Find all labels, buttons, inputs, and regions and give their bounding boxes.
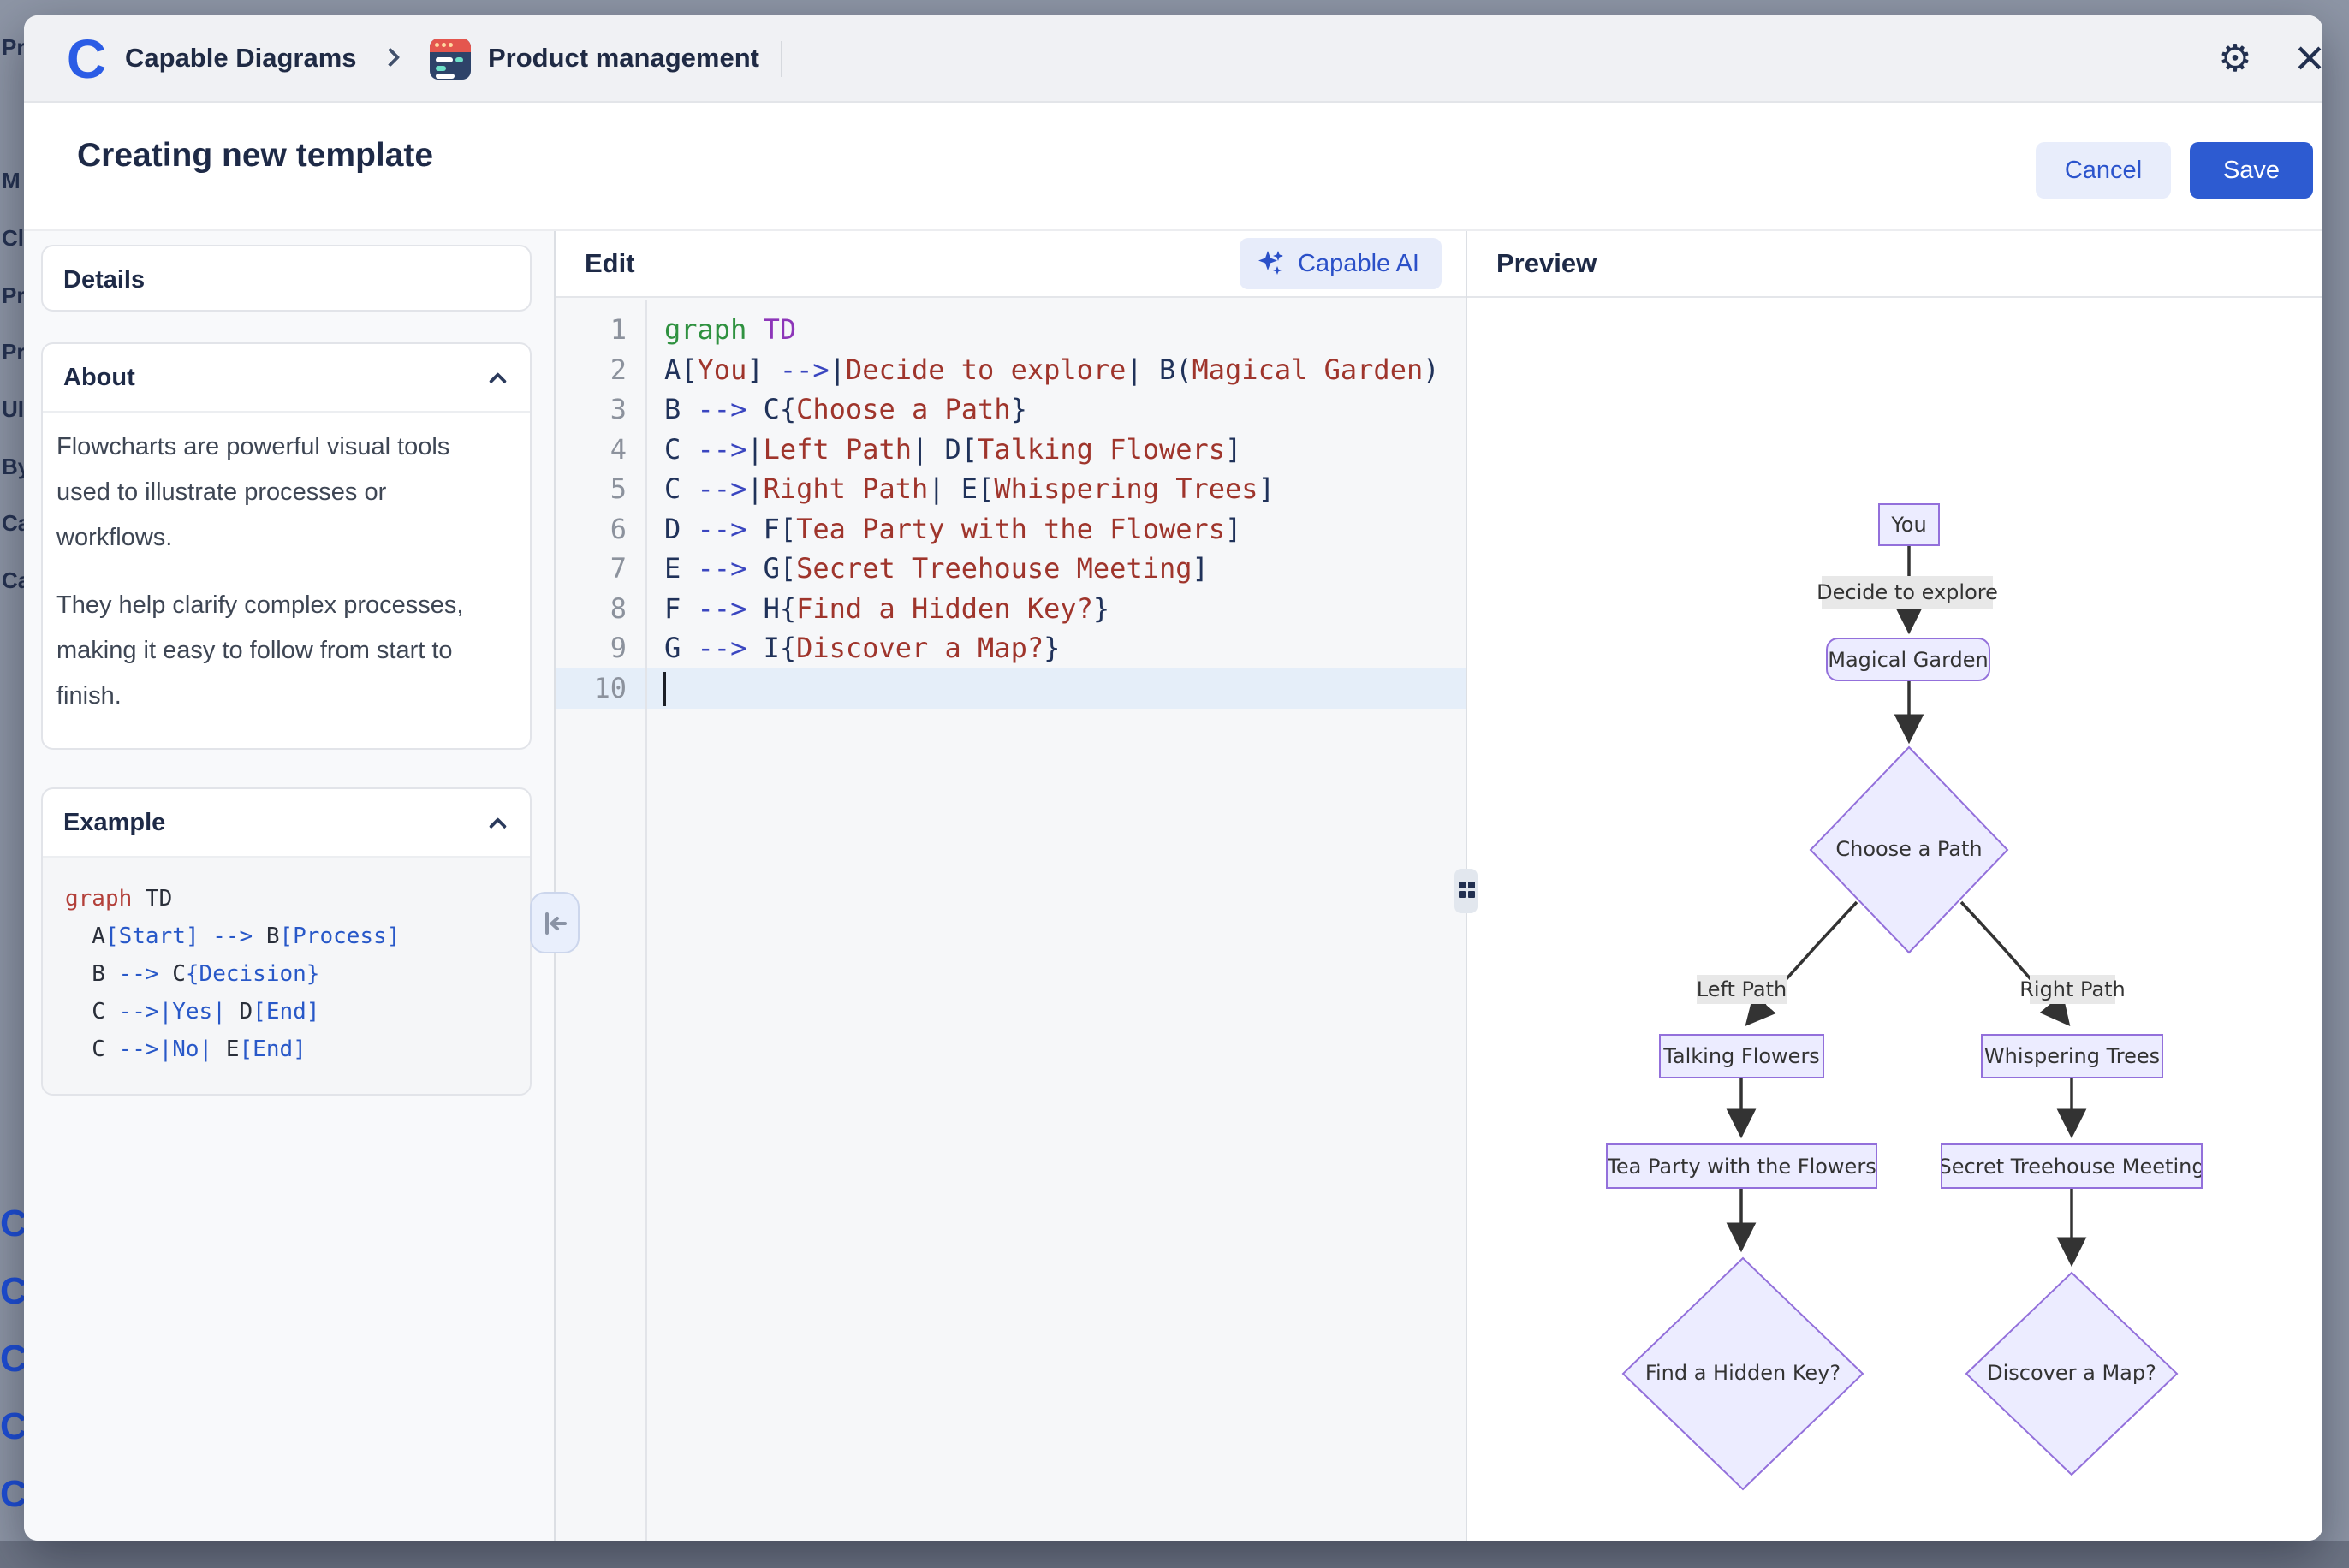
modal-content: Details About Flowcharts are powerful vi… (24, 231, 2322, 1541)
background-bottom-bar (0, 1541, 2349, 1568)
background-logo-icon: C (0, 1408, 24, 1446)
code-line[interactable]: A[You] -->|Decide to explore| B(Magical … (664, 350, 1439, 390)
text-cursor (663, 672, 666, 706)
collapse-left-icon (543, 911, 568, 936)
cancel-button[interactable]: Cancel (2036, 142, 2171, 199)
example-code-line: A[Start] --> B[Process] (65, 918, 530, 955)
page-title: Creating new template (77, 137, 433, 175)
background-text-fragment: Pr (2, 339, 24, 365)
sparkles-icon (1257, 249, 1286, 278)
flow-node-label: Choose a Path (1811, 837, 2007, 861)
about-paragraph: Flowcharts are powerful visual tools use… (56, 425, 508, 561)
background-text-fragment: Ca (2, 510, 24, 537)
chevron-up-icon[interactable] (489, 817, 507, 835)
background-text-fragment: Ca (2, 567, 24, 594)
edit-pane-title: Edit (585, 231, 635, 296)
background-logo-icon: C (0, 1273, 24, 1310)
line-number: 5 (610, 469, 627, 509)
code-line[interactable]: D --> F[Tea Party with the Flowers] (664, 509, 1241, 549)
about-card: About Flowcharts are powerful visual too… (41, 342, 532, 750)
background-text-fragment: Pr (2, 282, 24, 309)
background-text-fragment: M (2, 168, 24, 194)
flow-node: Talking Flowers (1659, 1034, 1824, 1078)
capable-ai-button[interactable]: Capable AI (1240, 238, 1442, 289)
flowchart-edges (1467, 298, 2322, 1541)
example-code-line: C -->|No| E[End] (65, 1030, 530, 1068)
chevron-up-icon[interactable] (489, 372, 507, 390)
about-card-body: Flowcharts are powerful visual tools use… (43, 411, 530, 748)
details-card-title: Details (43, 246, 530, 313)
background-text-fragment: UI (2, 396, 24, 423)
preview-pane: Preview (1467, 231, 2322, 1541)
flow-edge-label: Decide to explore (1822, 576, 1993, 609)
about-card-title[interactable]: About (43, 344, 530, 411)
breadcrumb-chevron-icon (381, 48, 401, 68)
details-card[interactable]: Details (41, 245, 532, 312)
code-line[interactable]: B --> C{Choose a Path} (664, 389, 1027, 430)
drag-dots-icon (1459, 882, 1473, 900)
flow-edge-label: Right Path (2030, 975, 2115, 1004)
flowchart-preview: You Magical Garden Choose a Path Talking Fl… (1467, 298, 2322, 1541)
line-number: 6 (610, 509, 627, 549)
line-number: 8 (610, 589, 627, 629)
background-text-fragment: Cl (2, 225, 24, 252)
line-number: 7 (610, 549, 627, 589)
close-icon[interactable]: × (2284, 27, 2322, 89)
example-code-line: C -->|Yes| D[End] (65, 993, 530, 1030)
modal-header: Creating new template Cancel Save (24, 103, 2322, 231)
background-logo-icon: C (0, 1340, 24, 1378)
line-number: 3 (610, 389, 627, 430)
edit-pane: Edit Capable AI 12345678910 graph TDA[Yo… (556, 231, 1466, 1541)
flow-node: Magical Garden (1826, 638, 1990, 681)
code-editor[interactable]: 12345678910 graph TDA[You] -->|Decide to… (556, 300, 1466, 1541)
line-number: 2 (610, 350, 627, 390)
settings-gear-icon[interactable]: ⚙ (2212, 36, 2258, 82)
save-button[interactable]: Save (2190, 142, 2313, 199)
preview-pane-header: Preview (1467, 231, 2322, 298)
background-page-edge: PrMClPrPrUIByCaCaCCCCCC (0, 0, 24, 1568)
code-line[interactable]: G --> I{Discover a Map?} (664, 628, 1060, 668)
create-template-modal: C Capable Diagrams Product management ⚙ … (24, 15, 2322, 1541)
background-text-fragment: By (2, 454, 24, 480)
flow-node: You (1878, 503, 1940, 546)
flow-node: Whispering Trees (1981, 1034, 2163, 1078)
line-number: 4 (610, 430, 627, 470)
project-icon (430, 39, 471, 80)
example-code-line: B --> C{Decision} (65, 955, 530, 993)
line-number: 9 (610, 628, 627, 668)
code-line[interactable]: graph TD (664, 310, 796, 350)
line-number: 1 (610, 310, 627, 350)
flow-node: Secret Treehouse Meeting (1941, 1143, 2203, 1189)
edit-pane-header: Edit Capable AI (556, 231, 1466, 298)
modal-top-bar: C Capable Diagrams Product management ⚙ … (24, 15, 2322, 103)
capable-ai-label: Capable AI (1298, 250, 1419, 278)
about-paragraph: They help clarify complex processes, mak… (56, 583, 508, 719)
example-code-block: graph TD A[Start] --> B[Process] B --> C… (43, 856, 530, 1094)
preview-pane-title: Preview (1496, 231, 1597, 296)
topbar-divider (781, 41, 782, 77)
line-number: 10 (593, 668, 627, 709)
example-code-line: graph TD (65, 880, 530, 918)
code-line[interactable]: C -->|Right Path| E[Whispering Trees] (664, 469, 1275, 509)
background-text-fragment: Pr (2, 34, 24, 61)
background-logo-icon: C (0, 1205, 24, 1243)
flow-edge-label: Left Path (1697, 975, 1787, 1004)
pane-resize-handle[interactable] (1454, 869, 1478, 913)
flow-node-label: Find a Hidden Key? (1623, 1361, 1863, 1385)
capable-logo-icon[interactable]: C (60, 29, 113, 89)
flow-node-label: Discover a Map? (1966, 1361, 2177, 1385)
background-logo-icon: C (0, 1476, 24, 1513)
example-card-title[interactable]: Example (43, 789, 530, 856)
code-line[interactable]: F --> H{Find a Hidden Key?} (664, 589, 1109, 629)
flow-node: Tea Party with the Flowers (1606, 1143, 1877, 1189)
sidebar-panel: Details About Flowcharts are powerful vi… (24, 231, 555, 1541)
active-line-highlight (556, 668, 1466, 709)
code-line[interactable]: C -->|Left Path| D[Talking Flowers] (664, 430, 1241, 470)
breadcrumb-app-name[interactable]: Capable Diagrams (125, 15, 357, 101)
breadcrumb-project-name[interactable]: Product management (488, 15, 759, 101)
example-card: Example graph TD A[Start] --> B[Process]… (41, 787, 532, 1096)
code-line[interactable]: E --> G[Secret Treehouse Meeting] (664, 549, 1209, 589)
collapse-sidebar-button[interactable] (530, 892, 580, 953)
